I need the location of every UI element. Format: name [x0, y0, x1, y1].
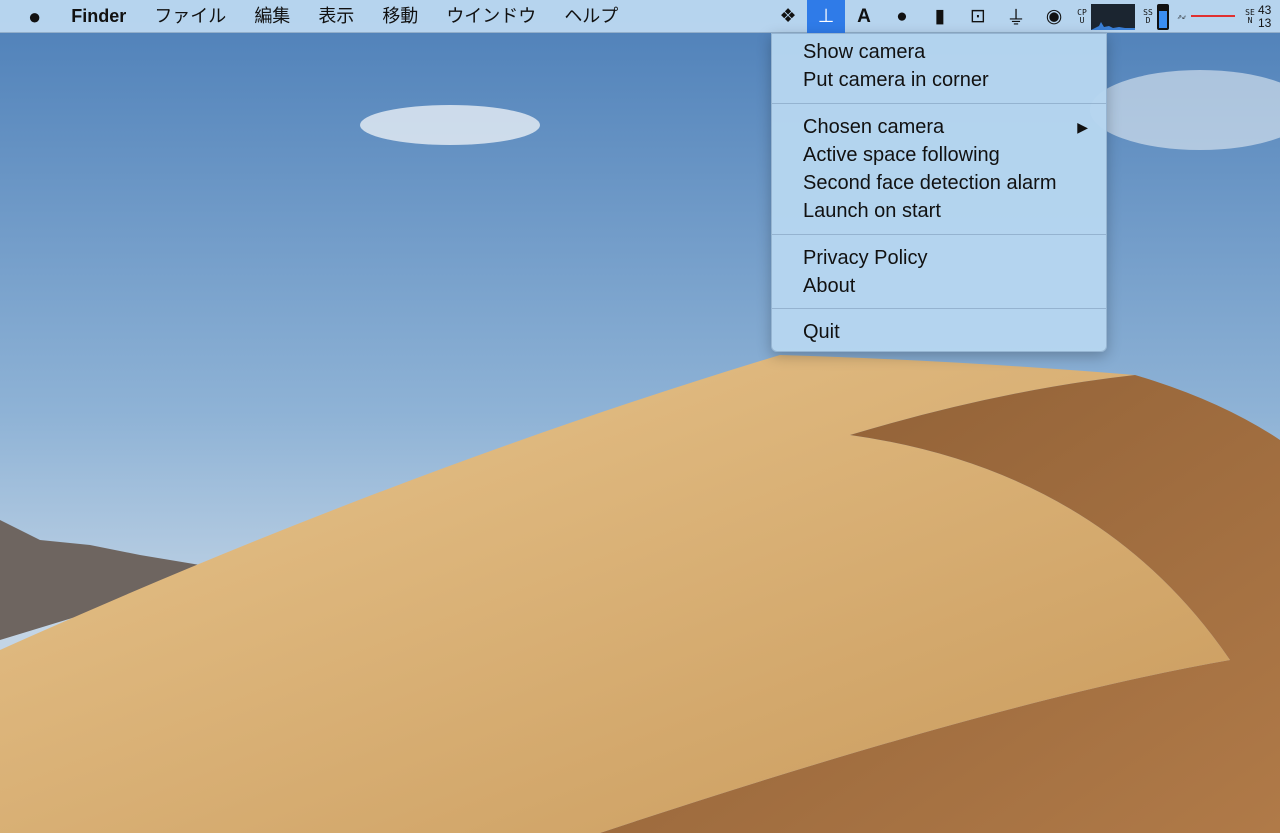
- ssd-label: SSD: [1143, 7, 1153, 25]
- menu-item-second-face-detection-alarm[interactable]: Second face detection alarm: [772, 169, 1106, 197]
- cpu-label: CPU: [1077, 7, 1087, 25]
- menu-separator: [772, 233, 1106, 235]
- menu-separator: [772, 102, 1106, 104]
- menu-separator: [772, 308, 1106, 310]
- submenu-arrow-icon: ▶: [1077, 118, 1088, 135]
- chosen-camera-label: Chosen camera: [803, 115, 945, 138]
- network-graph[interactable]: [1191, 14, 1235, 19]
- menu-item-privacy-policy[interactable]: Privacy Policy: [772, 244, 1106, 272]
- menu-bar: ● Finder ファイル 編集 表示 移動 ウインドウ ヘルプ ❖ ⊥ A ●…: [0, 0, 1280, 33]
- status-bar: ❖ ⊥ A ● ▮ ⊡ ⏚ ◉ CPU SSD ⇗⇙ SEN 43 13: [769, 0, 1280, 33]
- menu-go[interactable]: 移動: [368, 0, 432, 33]
- cpu-graph-line: [1091, 21, 1135, 30]
- sensor-readout[interactable]: 43 13: [1258, 2, 1280, 30]
- menu-item-launch-on-start[interactable]: Launch on start: [772, 197, 1106, 225]
- ssd-usage-fill: [1159, 11, 1167, 28]
- menu-item-about[interactable]: About: [772, 272, 1106, 300]
- menu-item-show-camera[interactable]: Show camera: [772, 38, 1106, 66]
- menu-file[interactable]: ファイル: [140, 0, 240, 33]
- apple-menu[interactable]: ●: [0, 0, 57, 33]
- menu-item-quit[interactable]: Quit: [772, 318, 1106, 346]
- cpu-graph[interactable]: [1091, 3, 1135, 30]
- camera-dropdown-menu: Show camera Put camera in corner Chosen …: [771, 33, 1107, 352]
- menu-view[interactable]: 表示: [304, 0, 368, 33]
- apple-logo-icon: ●: [28, 3, 42, 29]
- sensor-value-2: 13: [1258, 15, 1272, 30]
- menu-help[interactable]: ヘルプ: [550, 0, 632, 33]
- sensor-value-1: 43: [1258, 2, 1272, 17]
- duster-icon[interactable]: ⏚: [997, 0, 1035, 33]
- menu-edit[interactable]: 編集: [240, 0, 304, 33]
- bowler-hat-icon[interactable]: ●: [883, 0, 921, 33]
- menu-window[interactable]: ウインドウ: [432, 0, 550, 33]
- menu-item-put-camera-in-corner[interactable]: Put camera in corner: [772, 66, 1106, 94]
- top-hat-icon[interactable]: ▮: [921, 0, 959, 33]
- ssd-usage-bar[interactable]: [1157, 3, 1169, 30]
- sync-a-icon[interactable]: A: [845, 0, 883, 33]
- menu-item-chosen-camera[interactable]: Chosen camera ▶: [772, 113, 1106, 141]
- menu-finder[interactable]: Finder: [57, 0, 140, 33]
- dropbox-icon[interactable]: ❖: [769, 0, 807, 33]
- download-box-icon[interactable]: ⊡: [959, 0, 997, 33]
- network-arrows-icon: ⇗⇙: [1177, 11, 1187, 21]
- sen-label: SEN: [1245, 7, 1255, 25]
- camera-app-icon[interactable]: ⊥: [807, 0, 845, 33]
- menu-item-active-space-following[interactable]: Active space following: [772, 141, 1106, 169]
- circle-sync-icon[interactable]: ◉: [1035, 0, 1073, 33]
